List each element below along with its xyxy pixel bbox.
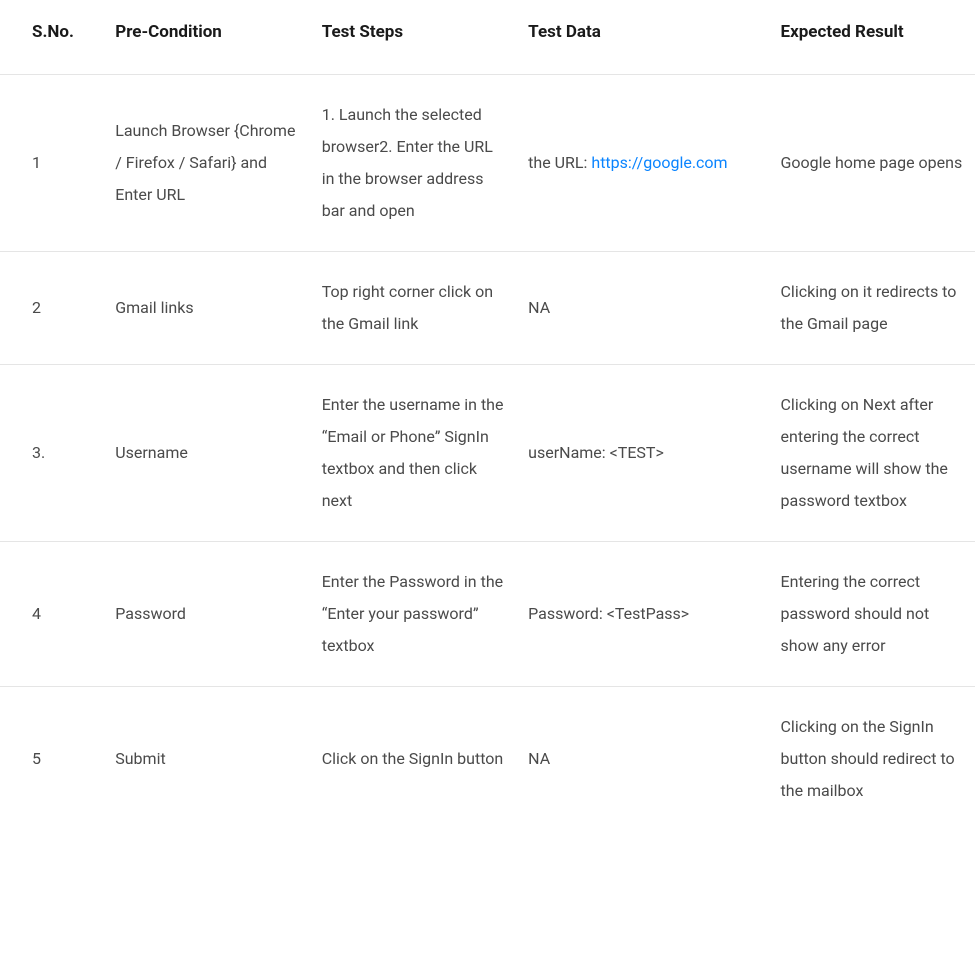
header-testdata: Test Data: [516, 0, 768, 74]
cell-precondition: Password: [103, 541, 309, 686]
cell-expected: Entering the correct password should not…: [769, 541, 975, 686]
header-teststeps: Test Steps: [310, 0, 516, 74]
cell-testdata: userName: <TEST>: [516, 364, 768, 541]
cell-precondition: Username: [103, 364, 309, 541]
cell-sno: 1: [0, 74, 103, 251]
header-precondition: Pre-Condition: [103, 0, 309, 74]
cell-expected: Google home page opens: [769, 74, 975, 251]
cell-teststeps: Enter the Password in the “Enter your pa…: [310, 541, 516, 686]
table-row: 2 Gmail links Top right corner click on …: [0, 251, 975, 364]
cell-testdata: Password: <TestPass>: [516, 541, 768, 686]
testdata-link[interactable]: https://google.com: [591, 153, 727, 172]
cell-sno: 4: [0, 541, 103, 686]
header-expected: Expected Result: [769, 0, 975, 74]
cell-expected: Clicking on it redirects to the Gmail pa…: [769, 251, 975, 364]
testdata-prefix: the URL:: [528, 153, 591, 172]
table-row: 5 Submit Click on the SignIn button NA C…: [0, 686, 975, 831]
cell-teststeps: 1. Launch the selected browser2. Enter t…: [310, 74, 516, 251]
test-case-table: S.No. Pre-Condition Test Steps Test Data…: [0, 0, 975, 831]
cell-sno: 5: [0, 686, 103, 831]
table-row: 4 Password Enter the Password in the “En…: [0, 541, 975, 686]
cell-expected: Clicking on the SignIn button should red…: [769, 686, 975, 831]
cell-precondition: Submit: [103, 686, 309, 831]
cell-teststeps: Top right corner click on the Gmail link: [310, 251, 516, 364]
table-header-row: S.No. Pre-Condition Test Steps Test Data…: [0, 0, 975, 74]
table-row: 3. Username Enter the username in the “E…: [0, 364, 975, 541]
cell-expected: Clicking on Next after entering the corr…: [769, 364, 975, 541]
cell-teststeps: Click on the SignIn button: [310, 686, 516, 831]
header-sno: S.No.: [0, 0, 103, 74]
cell-precondition: Gmail links: [103, 251, 309, 364]
cell-testdata: the URL: https://google.com: [516, 74, 768, 251]
cell-testdata: NA: [516, 251, 768, 364]
cell-sno: 2: [0, 251, 103, 364]
cell-testdata: NA: [516, 686, 768, 831]
cell-precondition: Launch Browser {Chrome / Firefox / Safar…: [103, 74, 309, 251]
cell-sno: 3.: [0, 364, 103, 541]
table-row: 1 Launch Browser {Chrome / Firefox / Saf…: [0, 74, 975, 251]
cell-teststeps: Enter the username in the “Email or Phon…: [310, 364, 516, 541]
